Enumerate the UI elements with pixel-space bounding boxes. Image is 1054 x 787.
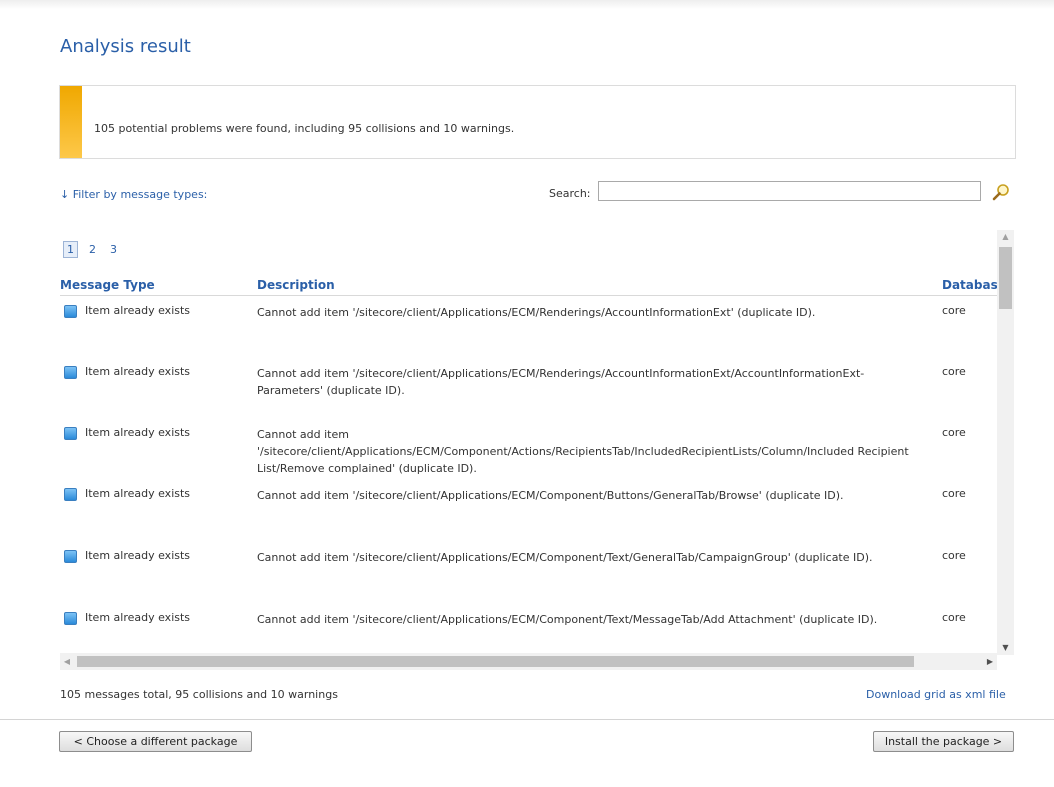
column-header-database[interactable]: Database bbox=[942, 278, 997, 296]
page-link-3[interactable]: 3 bbox=[107, 242, 120, 257]
message-type-cell: Item already exists bbox=[85, 426, 191, 439]
page-link-2[interactable]: 2 bbox=[86, 242, 99, 257]
description-cell: Cannot add item '/sitecore/client/Applic… bbox=[257, 367, 865, 397]
message-type-cell: Item already exists bbox=[85, 487, 191, 500]
message-type-icon bbox=[64, 550, 77, 563]
database-cell: core bbox=[942, 365, 966, 378]
database-cell: core bbox=[942, 426, 966, 439]
choose-different-package-button[interactable]: < Choose a different package bbox=[59, 731, 252, 752]
header-divider bbox=[60, 295, 997, 296]
banner-message: 105 potential problems were found, inclu… bbox=[94, 122, 515, 135]
page-title: Analysis result bbox=[60, 36, 191, 57]
magnifier-icon[interactable] bbox=[991, 182, 1011, 202]
message-type-cell: Item already exists bbox=[85, 611, 191, 624]
vertical-scrollbar[interactable]: ▲ ▼ bbox=[997, 230, 1014, 655]
warning-banner: 105 potential problems were found, inclu… bbox=[59, 85, 1016, 159]
scroll-right-arrow-icon[interactable]: ▶ bbox=[983, 653, 997, 670]
description-cell: Cannot add item '/sitecore/client/Applic… bbox=[257, 428, 909, 475]
search-input[interactable] bbox=[598, 181, 981, 201]
top-shadow bbox=[0, 0, 1054, 9]
footer-divider bbox=[0, 719, 1054, 720]
scroll-left-arrow-icon[interactable]: ◀ bbox=[60, 653, 74, 670]
description-cell: Cannot add item '/sitecore/client/Applic… bbox=[257, 551, 873, 564]
horizontal-scroll-thumb[interactable] bbox=[77, 656, 914, 667]
message-type-icon bbox=[64, 612, 77, 625]
pager: 123 bbox=[63, 241, 128, 258]
message-type-cell: Item already exists bbox=[85, 304, 191, 317]
scroll-down-arrow-icon[interactable]: ▼ bbox=[997, 641, 1014, 655]
message-type-icon bbox=[64, 366, 77, 379]
search-label: Search: bbox=[549, 187, 591, 200]
column-header-message-type[interactable]: Message Type bbox=[60, 278, 155, 296]
database-cell: core bbox=[942, 304, 966, 317]
download-grid-xml-link[interactable]: Download grid as xml file bbox=[866, 688, 1006, 701]
horizontal-scrollbar[interactable]: ◀ ▶ bbox=[60, 653, 997, 670]
message-type-icon bbox=[64, 427, 77, 440]
message-type-icon bbox=[64, 488, 77, 501]
install-package-button[interactable]: Install the package > bbox=[873, 731, 1014, 752]
messages-total-text: 105 messages total, 95 collisions and 10… bbox=[60, 688, 338, 701]
filter-by-message-types-link[interactable]: ↓ Filter by message types: bbox=[60, 188, 207, 201]
description-cell: Cannot add item '/sitecore/client/Applic… bbox=[257, 306, 816, 319]
warning-stripe bbox=[60, 86, 82, 158]
database-cell: core bbox=[942, 487, 966, 500]
column-header-description[interactable]: Description bbox=[257, 278, 335, 296]
message-type-cell: Item already exists bbox=[85, 549, 191, 562]
page-link-1[interactable]: 1 bbox=[63, 241, 78, 258]
scroll-up-arrow-icon[interactable]: ▲ bbox=[997, 230, 1014, 244]
vertical-scroll-thumb[interactable] bbox=[999, 247, 1012, 309]
message-type-icon bbox=[64, 305, 77, 318]
description-cell: Cannot add item '/sitecore/client/Applic… bbox=[257, 489, 844, 502]
database-cell: core bbox=[942, 611, 966, 624]
database-cell: core bbox=[942, 549, 966, 562]
message-type-cell: Item already exists bbox=[85, 365, 191, 378]
description-cell: Cannot add item '/sitecore/client/Applic… bbox=[257, 613, 878, 626]
results-grid: Message Type Description Database Item a… bbox=[60, 278, 997, 653]
